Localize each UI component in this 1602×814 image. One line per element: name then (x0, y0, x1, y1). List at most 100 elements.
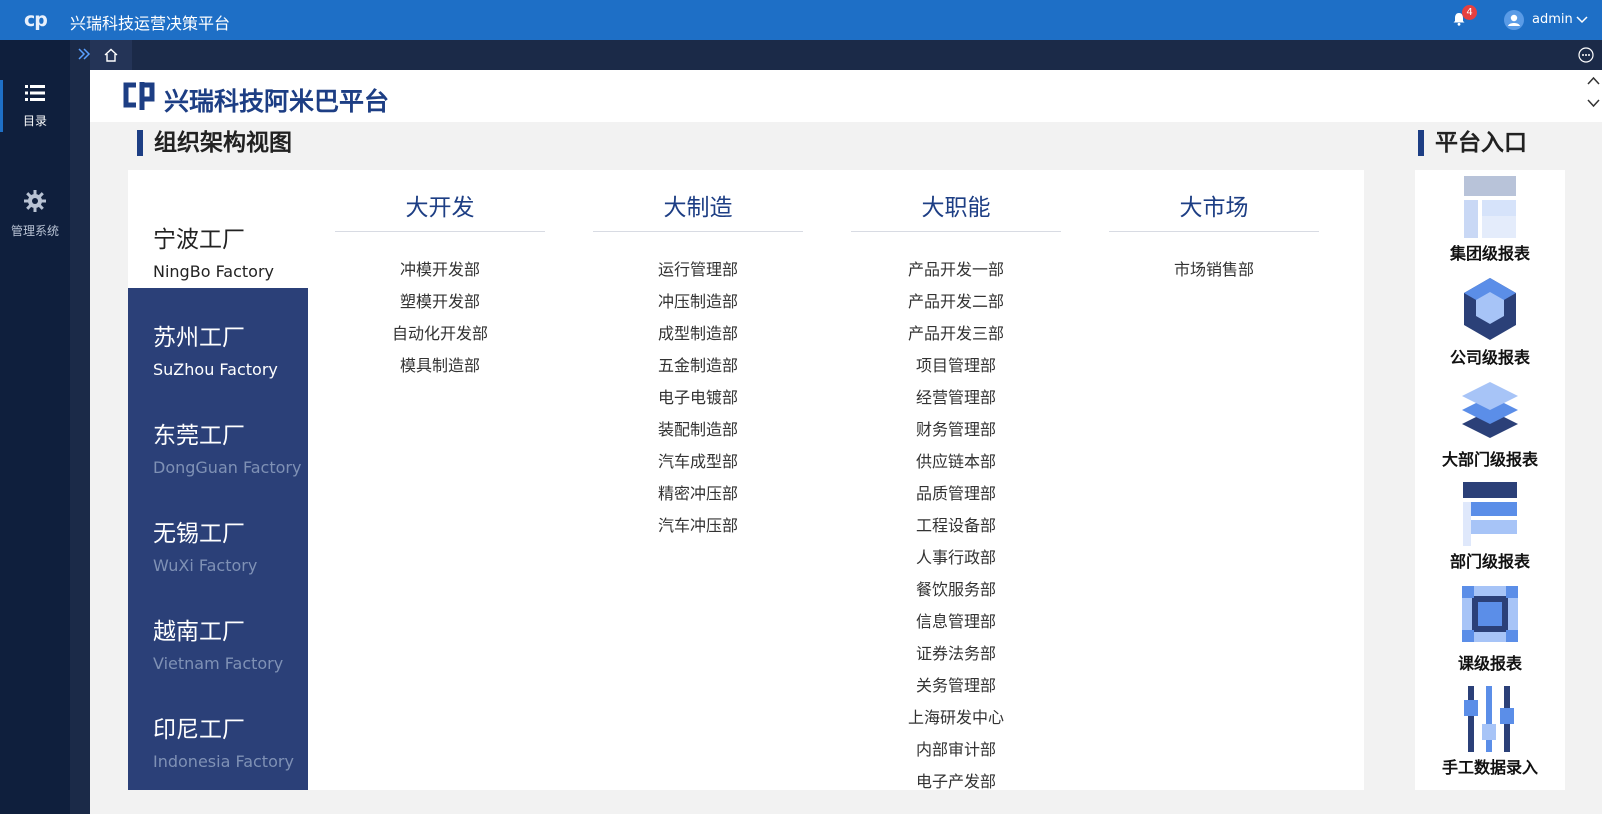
entry-company-report[interactable]: 公司级报表 (1415, 278, 1565, 368)
factory-name: 无锡工厂 (153, 521, 245, 547)
dept-link[interactable]: 经营管理部 (851, 382, 1061, 414)
dept-link[interactable]: 市场销售部 (1109, 254, 1319, 286)
factory-item-ningbo[interactable]: 宁波工厂 NingBo Factory (128, 190, 308, 288)
entry-manual-data[interactable]: 手工数据录入 (1415, 686, 1565, 778)
factory-name-en: WuXi Factory (153, 556, 258, 575)
factory-item-suzhou[interactable]: 苏州工厂 SuZhou Factory (128, 288, 308, 386)
top-bar: cp 兴瑞科技运营决策平台 4 admin (0, 0, 1602, 40)
entry-label: 大部门级报表 (1441, 450, 1538, 469)
factory-item-wuxi[interactable]: 无锡工厂 WuXi Factory (128, 484, 308, 582)
dept-link[interactable]: 电子电镀部 (593, 382, 803, 414)
group-report-icon (1464, 176, 1516, 238)
app-logo-icon[interactable]: cp (24, 9, 48, 31)
dept-link[interactable]: 冲压制造部 (593, 286, 803, 318)
sidebar-item-label: 目录 (22, 114, 47, 128)
dept-link[interactable]: 汽车成型部 (593, 446, 803, 478)
dept-link[interactable]: 餐饮服务部 (851, 574, 1061, 606)
factory-name-en: Vietnam Factory (153, 654, 284, 673)
entry-label: 部门级报表 (1449, 552, 1530, 571)
entry-label: 手工数据录入 (1441, 758, 1538, 777)
dept-link[interactable]: 产品开发二部 (851, 286, 1061, 318)
factory-item-indonesia[interactable]: 印尼工厂 Indonesia Factory (128, 680, 308, 778)
dept-link[interactable]: 自动化开发部 (335, 318, 545, 350)
dept-link[interactable]: 人事行政部 (851, 542, 1061, 574)
department-report-icon (1463, 482, 1517, 546)
dept-link[interactable]: 产品开发三部 (851, 318, 1061, 350)
app-title: 兴瑞科技运营决策平台 (70, 14, 231, 33)
entry-section-report[interactable]: 课级报表 (1415, 584, 1565, 674)
sidebar-item-catalog[interactable]: 目录 (0, 80, 70, 132)
tab-bar (70, 40, 1602, 70)
dept-link[interactable]: 内部审计部 (851, 734, 1061, 766)
division-title: 大开发 (405, 195, 475, 221)
entry-label: 公司级报表 (1449, 348, 1530, 367)
user-avatar[interactable] (1504, 10, 1524, 30)
dept-link[interactable]: 成型制造部 (593, 318, 803, 350)
scroll-controls (1585, 70, 1602, 122)
content-gutter (70, 70, 90, 814)
factory-name: 苏州工厂 (153, 325, 245, 351)
dept-link[interactable]: 财务管理部 (851, 414, 1061, 446)
dept-link[interactable]: 信息管理部 (851, 606, 1061, 638)
dept-link[interactable]: 项目管理部 (851, 350, 1061, 382)
notification-badge: 4 (1462, 5, 1477, 20)
division-column-functions: 大职能 产品开发一部 产品开发二部 产品开发三部 项目管理部 经营管理部 财务管… (851, 170, 1061, 798)
chevron-down-icon[interactable] (1576, 12, 1588, 26)
entry-department-report[interactable]: 部门级报表 (1415, 482, 1565, 572)
brand-name: 兴瑞科技阿米巴平台 (164, 87, 390, 116)
org-structure-panel: 宁波工厂 NingBo Factory 苏州工厂 SuZhou Factory … (128, 170, 1364, 791)
dept-list: 运行管理部 冲压制造部 成型制造部 五金制造部 电子电镀部 装配制造部 汽车成型… (593, 232, 803, 542)
division-column-market: 大市场 市场销售部 (1109, 170, 1319, 286)
list-icon (25, 85, 45, 101)
entry-label: 集团级报表 (1449, 244, 1530, 263)
dept-link[interactable]: 证券法务部 (851, 638, 1061, 670)
factory-name-en: Indonesia Factory (153, 752, 294, 771)
user-icon (1508, 14, 1520, 26)
company-report-icon (1464, 278, 1516, 340)
dept-link[interactable]: 五金制造部 (593, 350, 803, 382)
factory-name: 越南工厂 (153, 619, 245, 645)
sidebar-item-label: 管理系统 (10, 224, 59, 238)
factory-list: 宁波工厂 NingBo Factory 苏州工厂 SuZhou Factory … (128, 170, 308, 790)
dept-list: 产品开发一部 产品开发二部 产品开发三部 项目管理部 经营管理部 财务管理部 供… (851, 232, 1061, 798)
dept-link[interactable]: 装配制造部 (593, 414, 803, 446)
entry-section-title: 平台入口 (1418, 130, 1527, 156)
factory-item-dongguan[interactable]: 东莞工厂 DongGuan Factory (128, 386, 308, 484)
dept-link[interactable]: 运行管理部 (593, 254, 803, 286)
sidebar: 目录 管理系统 (0, 40, 70, 814)
dept-link[interactable]: 塑模开发部 (335, 286, 545, 318)
dept-link[interactable]: 工程设备部 (851, 510, 1061, 542)
brand-header: 兴瑞科技阿米巴平台 (90, 70, 1585, 122)
dept-link[interactable]: 关务管理部 (851, 670, 1061, 702)
manual-entry-icon (1464, 686, 1514, 752)
factory-name: 印尼工厂 (153, 717, 245, 743)
user-name[interactable]: admin (1532, 12, 1573, 27)
dept-link[interactable]: 上海研发中心 (851, 702, 1061, 734)
dept-link[interactable]: 品质管理部 (851, 478, 1061, 510)
division-title: 大职能 (921, 195, 991, 221)
entry-group-report[interactable]: 集团级报表 (1415, 176, 1565, 264)
division-column-development: 大开发 冲模开发部 塑模开发部 自动化开发部 模具制造部 (335, 170, 545, 382)
division-report-icon (1462, 382, 1518, 438)
sidebar-item-management[interactable]: 管理系统 (0, 190, 70, 239)
dept-link[interactable]: 冲模开发部 (335, 254, 545, 286)
dept-link[interactable]: 供应链本部 (851, 446, 1061, 478)
home-icon (104, 48, 118, 62)
dept-link[interactable]: 模具制造部 (335, 350, 545, 382)
more-options-icon[interactable] (1578, 47, 1594, 63)
dept-link[interactable]: 产品开发一部 (851, 254, 1061, 286)
gear-icon (24, 190, 46, 212)
factory-name-en: SuZhou Factory (153, 360, 278, 379)
org-section-title: 组织架构视图 (137, 130, 292, 156)
platform-entry-panel: 集团级报表 公司级报表 大部门级报表 部门级报表 课级报表 手工数据录入 (1415, 170, 1565, 790)
tab-home[interactable] (90, 40, 132, 70)
dept-link[interactable]: 电子产发部 (851, 766, 1061, 798)
dept-link[interactable]: 汽车冲压部 (593, 510, 803, 542)
division-column-manufacturing: 大制造 运行管理部 冲压制造部 成型制造部 五金制造部 电子电镀部 装配制造部 … (593, 170, 803, 542)
factory-item-vietnam[interactable]: 越南工厂 Vietnam Factory (128, 582, 308, 680)
entry-division-report[interactable]: 大部门级报表 (1415, 380, 1565, 470)
scroll-chevrons-icon[interactable] (1585, 70, 1602, 122)
dept-link[interactable]: 精密冲压部 (593, 478, 803, 510)
factory-name-en: NingBo Factory (153, 262, 275, 281)
section-report-icon (1462, 586, 1518, 642)
